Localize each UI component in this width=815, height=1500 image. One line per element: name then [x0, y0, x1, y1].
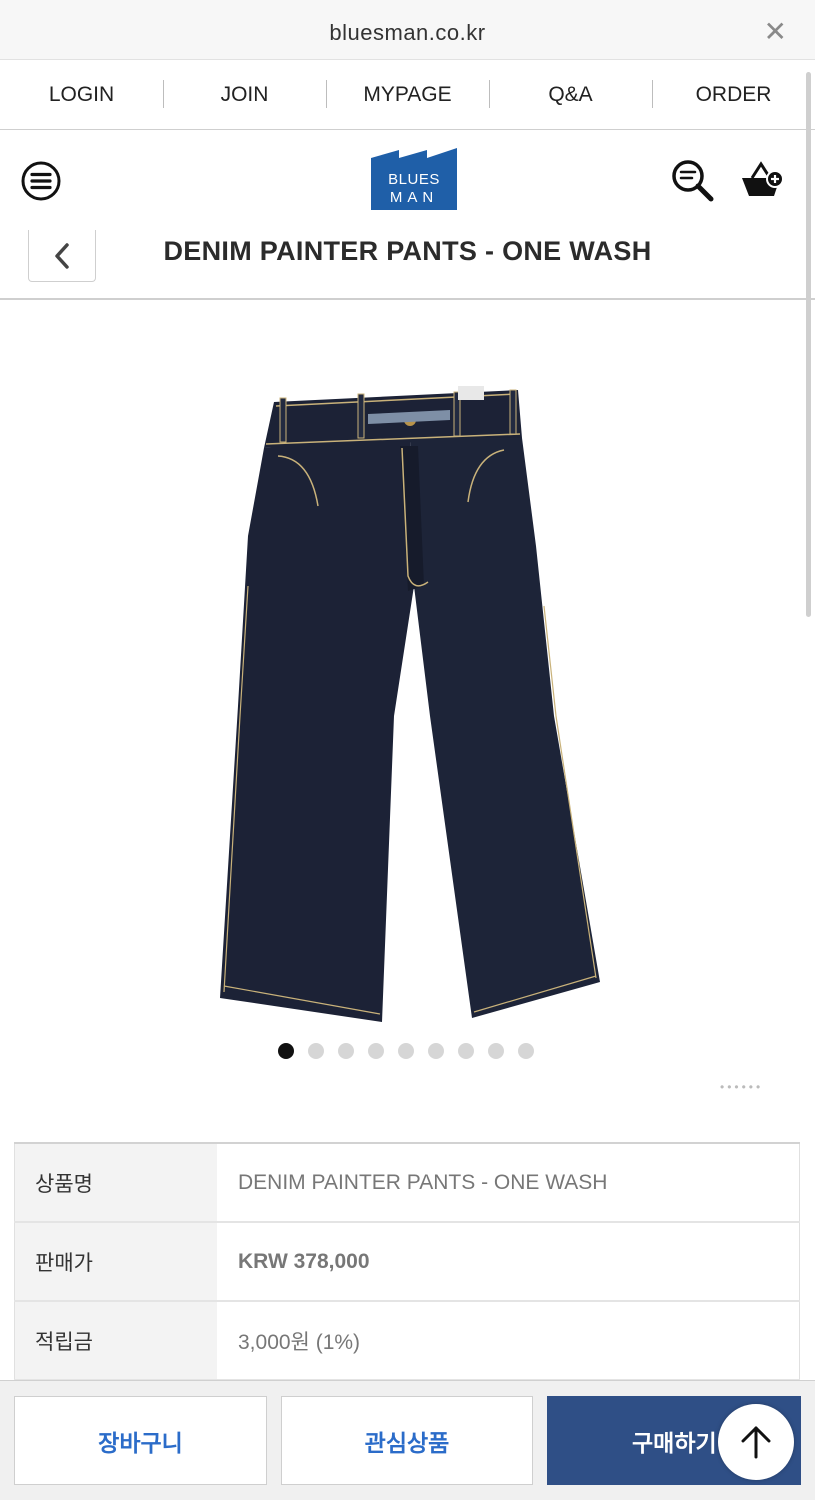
gallery-pagination — [30, 1043, 782, 1059]
top-nav: LOGIN JOIN MYPAGE Q&A ORDER — [0, 60, 815, 130]
gallery-dot[interactable] — [428, 1043, 444, 1059]
table-row: 판매가 KRW 378,000 — [14, 1223, 800, 1302]
logo-text-line2: MAN — [390, 189, 438, 206]
search-icon[interactable] — [670, 158, 716, 202]
info-value-points: 3,000원 (1%) — [217, 1302, 800, 1379]
site-header: BLUES MAN — [0, 130, 815, 230]
bottom-action-bar: 장바구니 관심상품 구매하기 — [0, 1380, 815, 1500]
gallery-dot[interactable] — [308, 1043, 324, 1059]
info-label-points: 적립금 — [14, 1302, 217, 1379]
product-gallery[interactable] — [30, 336, 782, 1078]
product-title-bar: DENIM PAINTER PANTS - ONE WASH — [0, 230, 815, 300]
info-label-price: 판매가 — [14, 1223, 217, 1300]
page-title: DENIM PAINTER PANTS - ONE WASH — [163, 236, 652, 266]
more-dots-icon: •••••• — [720, 1080, 764, 1094]
page-scrollbar[interactable] — [806, 72, 811, 617]
wishlist-button[interactable]: 관심상품 — [281, 1396, 533, 1485]
info-label-name: 상품명 — [14, 1144, 217, 1221]
table-row: 적립금 3,000원 (1%) — [14, 1302, 800, 1381]
product-image — [220, 386, 600, 1022]
nav-qna[interactable]: Q&A — [489, 79, 652, 108]
product-info-table: 상품명 DENIM PAINTER PANTS - ONE WASH 판매가 K… — [14, 1142, 800, 1381]
nav-login[interactable]: LOGIN — [0, 83, 163, 107]
info-value-price: KRW 378,000 — [217, 1223, 800, 1300]
nav-order[interactable]: ORDER — [652, 79, 815, 108]
browser-url-bar: bluesman.co.kr ✕ — [0, 0, 815, 60]
logo-text-line1: BLUES — [388, 171, 440, 188]
scroll-to-top-button[interactable] — [718, 1404, 794, 1480]
gallery-dot[interactable] — [398, 1043, 414, 1059]
gallery-dot[interactable] — [458, 1043, 474, 1059]
url-text[interactable]: bluesman.co.kr — [0, 20, 815, 46]
info-value-name: DENIM PAINTER PANTS - ONE WASH — [217, 1144, 800, 1221]
nav-mypage[interactable]: MYPAGE — [326, 79, 489, 108]
add-to-cart-button[interactable]: 장바구니 — [14, 1396, 267, 1485]
gallery-dot[interactable] — [518, 1043, 534, 1059]
cart-add-icon[interactable] — [740, 158, 786, 202]
nav-join[interactable]: JOIN — [163, 79, 326, 108]
table-row: 상품명 DENIM PAINTER PANTS - ONE WASH — [14, 1144, 800, 1223]
gallery-dot[interactable] — [278, 1043, 294, 1059]
gallery-dot[interactable] — [488, 1043, 504, 1059]
menu-icon[interactable] — [20, 160, 62, 202]
gallery-dot[interactable] — [368, 1043, 384, 1059]
bluesman-logo[interactable]: BLUES MAN — [371, 148, 457, 212]
gallery-dot[interactable] — [338, 1043, 354, 1059]
close-icon[interactable]: ✕ — [764, 18, 787, 46]
arrow-up-icon — [741, 1426, 771, 1459]
